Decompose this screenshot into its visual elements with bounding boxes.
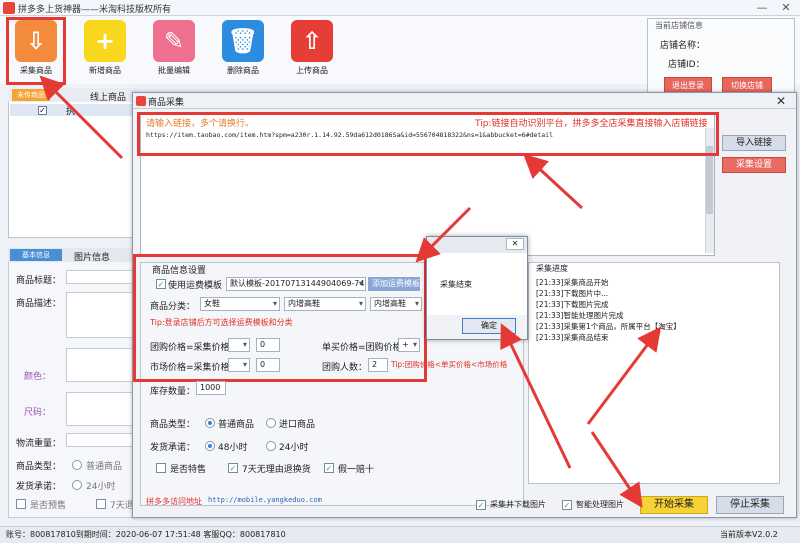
- dialog-close-button[interactable]: ✕: [776, 94, 786, 108]
- dialog-title: 商品采集: [148, 98, 185, 108]
- presale-label: 是否预售: [30, 501, 67, 511]
- start-collect-button[interactable]: 开始采集: [640, 496, 708, 514]
- add-product-button[interactable]: + 新增商品: [78, 20, 132, 84]
- ship-label: 发货承诺：: [150, 443, 196, 453]
- form-ship-value: 24小时: [86, 482, 116, 492]
- log-line: [21:33]智能处理图片完成: [536, 311, 624, 320]
- message-text: 采集结束: [440, 280, 472, 289]
- upload-product-button[interactable]: ⇧ 上传商品: [285, 20, 339, 84]
- seven-days-checkbox[interactable]: [96, 499, 106, 509]
- tab-image-info[interactable]: 图片信息: [74, 250, 110, 263]
- import-links-button[interactable]: 导入链接: [722, 135, 786, 151]
- app-logo-icon: [3, 2, 15, 14]
- seven-day-return-label: 7天无理由退换货: [242, 465, 311, 475]
- dialog-app-icon: [136, 96, 146, 106]
- fake-compensation-label: 假一赔十: [338, 465, 375, 475]
- type-import-radio[interactable]: [266, 418, 276, 428]
- switch-shop-button[interactable]: 切换店铺: [722, 77, 772, 93]
- delete-product-label: 删除商品: [227, 66, 259, 75]
- stock-input[interactable]: 1000: [196, 381, 226, 395]
- download-images-label: 采集并下载图片: [490, 500, 546, 509]
- delete-product-button[interactable]: 🗑 删除商品: [216, 20, 270, 84]
- color-label: 颜色：: [24, 372, 52, 382]
- pdd-address-label: 拼多多访问地址: [146, 497, 202, 506]
- form-type-value: 普通商品: [86, 462, 123, 472]
- row-text: 执: [66, 107, 76, 117]
- smart-images-checkbox[interactable]: ✓: [562, 500, 572, 510]
- log-line: [21:33]采集商品开始: [536, 278, 609, 287]
- shop-id-label: 店铺ID：: [668, 60, 705, 70]
- product-form: [8, 248, 138, 518]
- batch-edit-button[interactable]: ✎ 批量编辑: [147, 20, 201, 84]
- highlight-url: [137, 112, 719, 156]
- highlight-collect: [6, 17, 66, 85]
- log-line: [21:33]下载图片完成: [536, 300, 609, 309]
- title-label: 商品标题：: [16, 276, 62, 286]
- type-normal-radio[interactable]: [205, 418, 215, 428]
- tab-unuploaded[interactable]: 未传商品: [12, 89, 50, 101]
- pdd-address-link[interactable]: http://mobile.yangkeduo.com: [208, 496, 322, 504]
- ship-24-radio[interactable]: [266, 441, 276, 451]
- ship-24-label: 24小时: [279, 443, 309, 453]
- close-button[interactable]: ✕: [776, 0, 796, 16]
- log-line: [21:33]采集第1个商品，所属平台【淘宝】: [536, 322, 681, 331]
- plus-icon: +: [84, 20, 126, 62]
- stop-collect-button[interactable]: 停止采集: [716, 496, 784, 514]
- weight-input[interactable]: [66, 433, 136, 447]
- presale-checkbox[interactable]: [16, 499, 26, 509]
- type-label: 商品类型：: [150, 420, 196, 430]
- highlight-settings: [133, 254, 427, 382]
- message-box-close-button[interactable]: ✕: [506, 238, 524, 250]
- log-line: [21:33]采集商品结束: [536, 333, 609, 342]
- special-sale-label: 是否特售: [170, 465, 207, 475]
- smart-images-label: 智能处理图片: [576, 500, 624, 509]
- seven-days-label: 7天退: [110, 501, 134, 511]
- shop-info-title: 当前店铺信息: [655, 21, 703, 30]
- collect-settings-button[interactable]: 采集设置: [722, 157, 786, 173]
- weight-label: 物流重量：: [16, 439, 62, 449]
- dialog-titlebar: [133, 93, 796, 109]
- tab-online-products[interactable]: 线上商品: [90, 90, 126, 103]
- description-input[interactable]: [66, 292, 136, 338]
- tab-basic-info[interactable]: 基本信息: [10, 249, 62, 261]
- app-title: 拼多多上货神器——米淘科技版权所有: [18, 5, 172, 15]
- url-scrollbar-thumb[interactable]: [706, 146, 713, 214]
- version-label: 当前版本V2.0.2: [720, 530, 778, 539]
- color-input[interactable]: [66, 348, 136, 382]
- fake-compensation-checkbox[interactable]: ✓: [324, 463, 334, 473]
- trash-icon: 🗑: [222, 20, 264, 62]
- form-type-radio[interactable]: [72, 460, 82, 470]
- size-input[interactable]: [66, 392, 136, 426]
- type-normal-label: 普通商品: [218, 420, 255, 430]
- logout-button[interactable]: 退出登录: [664, 77, 712, 93]
- ok-button[interactable]: 确定: [462, 318, 516, 334]
- row-checkbox[interactable]: ✓: [38, 106, 47, 115]
- stock-label: 库存数量：: [150, 387, 196, 397]
- batch-edit-label: 批量编辑: [158, 66, 190, 75]
- form-ship-radio[interactable]: [72, 480, 82, 490]
- form-type-label: 商品类型：: [16, 462, 62, 472]
- progress-legend: 采集进度: [534, 263, 570, 274]
- title-input[interactable]: [66, 270, 136, 284]
- upload-product-label: 上传商品: [296, 66, 328, 75]
- ship-48-label: 48小时: [218, 443, 248, 453]
- cloud-upload-icon: ⇧: [291, 20, 333, 62]
- log-line: [21:33]下载图片中...: [536, 289, 609, 298]
- download-images-checkbox[interactable]: ✓: [476, 500, 486, 510]
- seven-day-return-checkbox[interactable]: ✓: [228, 463, 238, 473]
- shop-name-label: 店铺名称：: [660, 41, 706, 51]
- type-import-label: 进口商品: [279, 420, 316, 430]
- special-sale-checkbox[interactable]: [156, 463, 166, 473]
- add-product-label: 新增商品: [89, 66, 121, 75]
- ship-48-radio[interactable]: [205, 441, 215, 451]
- account-status: 账号：800817810到期时间：2020-06-07 17:51:48 客服Q…: [6, 530, 286, 539]
- form-ship-label: 发货承诺：: [16, 482, 62, 492]
- minimize-button[interactable]: —: [752, 0, 772, 16]
- description-label: 商品描述：: [16, 299, 62, 309]
- size-label: 尺码：: [24, 408, 52, 418]
- pencil-icon: ✎: [153, 20, 195, 62]
